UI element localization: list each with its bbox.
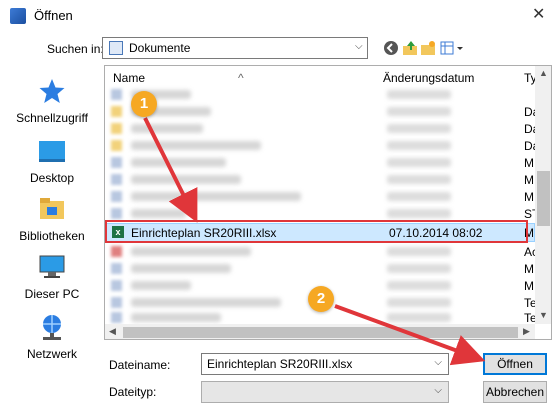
arrow-to-open-button — [334, 304, 486, 366]
step-badge-2: 2 — [308, 286, 334, 312]
annotation-arrows — [143, 117, 486, 366]
step-badge-1: 1 — [131, 91, 157, 117]
arrow-to-file — [143, 117, 198, 223]
